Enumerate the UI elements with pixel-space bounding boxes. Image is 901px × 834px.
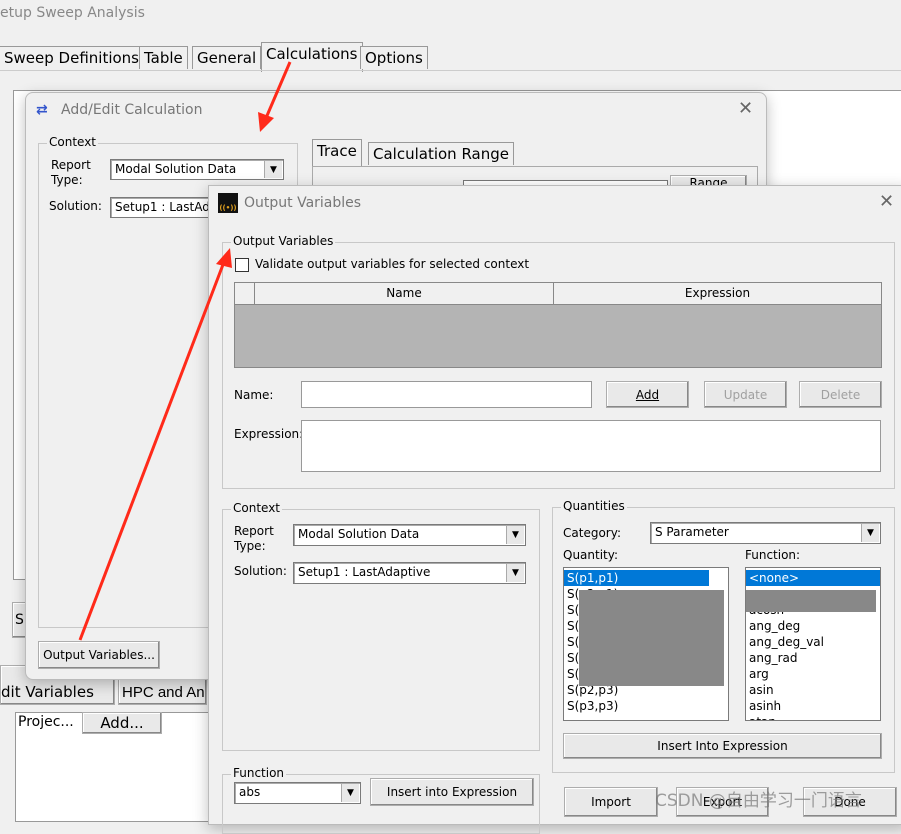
annotation-arrows bbox=[78, 61, 292, 641]
arrow-line bbox=[264, 61, 292, 119]
arrow-head bbox=[216, 248, 232, 268]
arrow-head bbox=[258, 112, 274, 132]
arrow-line bbox=[78, 261, 226, 641]
